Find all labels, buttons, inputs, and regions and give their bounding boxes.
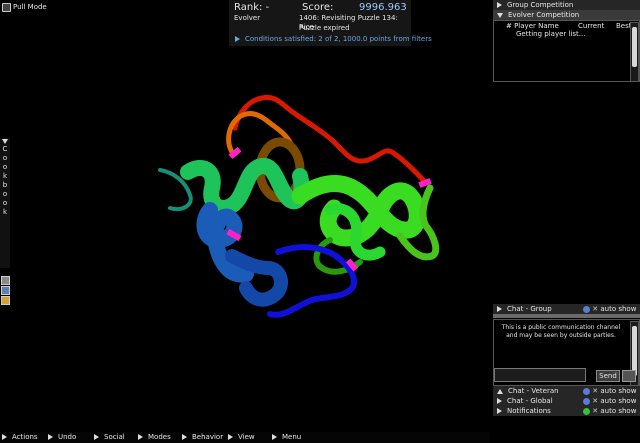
scroll-thumb[interactable] — [632, 27, 637, 67]
chat-group-tab[interactable]: Chat - Group ✕ auto show — [493, 304, 640, 314]
expand-arrow-icon — [182, 434, 187, 440]
notifications-label: Notifications — [507, 407, 551, 415]
info-icon[interactable] — [583, 397, 590, 405]
expand-arrow-icon — [497, 306, 502, 312]
expand-arrow-icon — [2, 434, 7, 440]
menu-undo[interactable]: Undo — [48, 432, 76, 443]
auto-show-label: auto show — [600, 407, 637, 415]
menu-social[interactable]: Social — [94, 432, 125, 443]
menu-view[interactable]: View — [228, 432, 255, 443]
expand-arrow-icon — [497, 2, 502, 8]
chat-veteran-label: Chat - Veteran — [508, 387, 559, 395]
expand-arrow-icon — [497, 408, 502, 414]
menu-menu[interactable]: Menu — [272, 432, 301, 443]
group-competition-tab[interactable]: Group Competition — [493, 0, 640, 10]
send-button[interactable]: Send — [596, 370, 620, 382]
expand-arrow-icon — [138, 434, 143, 440]
auto-show-label: auto show — [600, 387, 637, 395]
group-competition-label: Group Competition — [507, 1, 574, 9]
player-list-status: Getting player list... — [516, 30, 586, 38]
collapse-arrow-icon — [497, 388, 503, 394]
close-icon[interactable]: ✕ — [592, 386, 598, 396]
chat-notice: This is a public communication channel a… — [501, 324, 621, 339]
bottom-menu-bar: Actions Undo Social Modes Behavior View … — [0, 432, 490, 443]
menu-actions[interactable]: Actions — [2, 432, 38, 443]
expand-arrow-icon — [94, 434, 99, 440]
close-icon[interactable]: ✕ — [592, 406, 598, 416]
menu-modes[interactable]: Modes — [138, 432, 171, 443]
player-list-panel: # Player Name Current Best Getting playe… — [493, 20, 640, 82]
expand-arrow-icon — [228, 434, 233, 440]
chat-global-label: Chat - Global — [507, 397, 553, 405]
chat-divider — [493, 314, 640, 318]
evolver-competition-tab[interactable]: Evolver Competition — [493, 10, 640, 20]
check-icon[interactable] — [583, 407, 590, 415]
protein-viewport[interactable] — [0, 0, 490, 430]
expand-arrow-icon — [497, 398, 502, 404]
menu-behavior[interactable]: Behavior — [182, 432, 223, 443]
evolver-competition-label: Evolver Competition — [508, 11, 580, 19]
chat-global-tab[interactable]: Chat - Global ✕ auto show — [493, 396, 640, 406]
close-icon[interactable]: ✕ — [592, 396, 598, 406]
chat-options-icon[interactable] — [622, 370, 636, 382]
chat-veteran-tab[interactable]: Chat - Veteran ✕ auto show — [493, 386, 640, 396]
close-icon[interactable]: ✕ — [592, 304, 598, 314]
auto-show-label: auto show — [600, 305, 637, 313]
chat-group-label: Chat - Group — [507, 305, 552, 313]
expand-arrow-icon — [272, 434, 277, 440]
expand-arrow-icon — [48, 434, 53, 440]
scroll-thumb[interactable] — [632, 326, 637, 376]
notifications-tab[interactable]: Notifications ✕ auto show — [493, 406, 640, 416]
chat-input[interactable] — [494, 368, 586, 382]
collapse-arrow-icon — [497, 12, 503, 18]
green-helix-left — [180, 158, 310, 216]
info-icon[interactable] — [583, 305, 590, 313]
player-list-scrollbar[interactable] — [630, 22, 639, 82]
info-icon[interactable] — [583, 387, 590, 395]
auto-show-label: auto show — [600, 397, 637, 405]
